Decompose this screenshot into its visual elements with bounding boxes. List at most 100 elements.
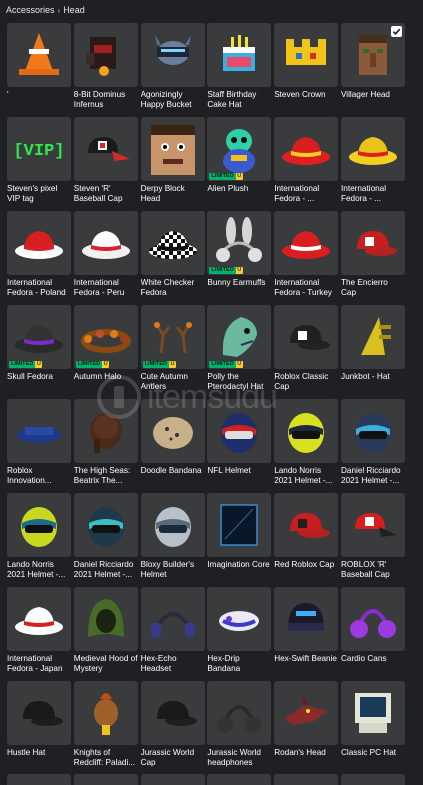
item-name[interactable]: Hex-Swift Beanie (274, 654, 338, 675)
item-thumbnail[interactable] (207, 493, 272, 557)
item-thumbnail[interactable] (274, 305, 339, 369)
item-name[interactable]: Medieval Hood of Mystery (74, 654, 138, 675)
item-name[interactable]: 8-Bit Dominus Infernus (74, 90, 138, 111)
catalog-item[interactable]: Jurassic World headphones (207, 681, 272, 775)
catalog-item[interactable]: LIMITED U Bunny Earmuffs (207, 211, 272, 305)
catalog-item[interactable]: International Fedora - Turkey (274, 211, 339, 305)
item-tile-peek[interactable] (73, 774, 138, 785)
item-thumbnail[interactable] (140, 211, 205, 275)
catalog-item[interactable]: Daniel Ricciardo 2021 Helmet -... (73, 493, 138, 587)
item-thumbnail[interactable] (140, 23, 205, 87)
catalog-item[interactable]: Rodan's Head (274, 681, 339, 775)
item-thumbnail[interactable] (274, 23, 339, 87)
catalog-item[interactable]: Villager Head (340, 23, 405, 117)
item-thumbnail[interactable] (274, 399, 339, 463)
item-thumbnail[interactable] (73, 399, 138, 463)
item-name[interactable]: Classic PC Hat (341, 748, 405, 769)
item-name[interactable]: Agonizingly Happy Bucket (141, 90, 205, 111)
item-name[interactable]: Red Roblox Cap (274, 560, 338, 581)
item-thumbnail[interactable] (340, 681, 405, 745)
item-thumbnail[interactable] (7, 399, 71, 463)
item-name[interactable]: Skull Fedora (7, 372, 71, 393)
item-name[interactable]: Hex-Echo Headset (141, 654, 205, 675)
item-tile-peek[interactable] (340, 774, 405, 785)
catalog-item[interactable]: Derpy Block Head (140, 117, 205, 211)
item-name[interactable]: The Encierro Cap (341, 278, 405, 299)
item-thumbnail[interactable] (140, 493, 205, 557)
catalog-item[interactable]: Daniel Ricciardo 2021 Helmet -... (340, 399, 405, 493)
item-thumbnail[interactable] (274, 587, 339, 651)
item-name[interactable]: Hustle Hat (7, 748, 71, 769)
item-name[interactable]: Autumn Halo (74, 372, 138, 393)
catalog-item[interactable]: LIMITED U Polly the Pterodactyl Hat (207, 305, 272, 399)
item-name[interactable]: Rodan's Head (274, 748, 338, 769)
item-thumbnail[interactable] (340, 587, 405, 651)
item-name[interactable]: Jurassic World Cap (141, 748, 205, 769)
selected-checkbox[interactable] (390, 26, 402, 37)
catalog-item[interactable]: Hustle Hat (7, 681, 71, 775)
item-name[interactable]: Staff Birthday Cake Hat (207, 90, 271, 111)
catalog-item[interactable]: LIMITED U Autumn Halo (73, 305, 138, 399)
catalog-item[interactable]: Cardio Cans (340, 587, 405, 681)
catalog-item[interactable]: LIMITED U Cute Autumn Antlers (140, 305, 205, 399)
item-thumbnail[interactable] (140, 117, 205, 181)
item-name[interactable]: Lando Norris 2021 Helmet -... (274, 466, 338, 487)
item-thumbnail[interactable] (207, 681, 272, 745)
catalog-item[interactable]: Staff Birthday Cake Hat (207, 23, 272, 117)
catalog-item[interactable]: [VIP] Steven's pixel VIP tag (7, 117, 71, 211)
item-thumbnail[interactable] (73, 493, 138, 557)
item-name[interactable]: International Fedora - Japan (7, 654, 71, 675)
item-thumbnail[interactable] (73, 587, 138, 651)
catalog-item[interactable]: International Fedora - ... (274, 117, 339, 211)
item-thumbnail[interactable] (7, 211, 71, 275)
catalog-item[interactable]: International Fedora - Japan (7, 587, 71, 681)
item-name[interactable]: White Checker Fedora (141, 278, 205, 299)
catalog-item[interactable]: Imagination Core (207, 493, 272, 587)
catalog-item[interactable]: Hex-Swift Beanie (274, 587, 339, 681)
item-thumbnail[interactable] (7, 681, 71, 745)
breadcrumb-accessories-link[interactable]: Accessories (6, 5, 55, 15)
catalog-item[interactable]: Medieval Hood of Mystery (73, 587, 138, 681)
catalog-item[interactable]: Steven Crown (274, 23, 339, 117)
catalog-item[interactable]: Lando Norris 2021 Helmet -... (7, 493, 71, 587)
item-name[interactable]: Alien Plush (207, 184, 271, 205)
item-thumbnail[interactable]: [VIP] (7, 117, 71, 181)
item-name[interactable]: Imagination Core (207, 560, 271, 581)
item-name[interactable]: Hex-Drip Bandana (207, 654, 271, 675)
item-name[interactable]: Bloxy Builder's Helmet (141, 560, 205, 581)
item-name[interactable]: Steven's pixel VIP tag (7, 184, 71, 205)
catalog-item[interactable]: Jurassic World Cap (140, 681, 205, 775)
catalog-item[interactable]: The High Seas: Beatrix The... (73, 399, 138, 493)
catalog-item[interactable]: International Fedora - Poland (7, 211, 71, 305)
catalog-item[interactable]: Bloxy Builder's Helmet (140, 493, 205, 587)
catalog-item[interactable]: Red Roblox Cap (274, 493, 339, 587)
item-name[interactable]: ' (7, 90, 71, 111)
catalog-item[interactable]: LIMITED U Alien Plush (207, 117, 272, 211)
item-thumbnail[interactable] (274, 493, 339, 557)
catalog-item[interactable]: NFL Helmet (207, 399, 272, 493)
item-name[interactable]: Roblox Classic Cap (274, 372, 338, 393)
item-name[interactable]: International Fedora - ... (341, 184, 405, 205)
catalog-item[interactable]: Hex-Drip Bandana (207, 587, 272, 681)
item-name[interactable]: Steven 'R' Baseball Cap (74, 184, 138, 205)
item-thumbnail[interactable] (73, 117, 138, 181)
item-tile-peek[interactable] (7, 774, 71, 785)
item-thumbnail[interactable]: LIMITED U (207, 305, 272, 369)
item-name[interactable]: ROBLOX 'R' Baseball Cap (341, 560, 405, 581)
item-thumbnail[interactable] (7, 23, 71, 87)
item-name[interactable]: Lando Norris 2021 Helmet -... (7, 560, 71, 581)
item-thumbnail[interactable] (207, 23, 272, 87)
catalog-item[interactable]: ROBLOX 'R' Baseball Cap (340, 493, 405, 587)
catalog-item[interactable]: White Checker Fedora (140, 211, 205, 305)
item-name[interactable]: Steven Crown (274, 90, 338, 111)
catalog-item[interactable]: Roblox Innovation... (7, 399, 71, 493)
item-thumbnail[interactable] (274, 211, 339, 275)
catalog-item[interactable]: International Fedora - ... (340, 117, 405, 211)
catalog-item[interactable]: Lando Norris 2021 Helmet -... (274, 399, 339, 493)
item-thumbnail[interactable] (140, 399, 205, 463)
item-thumbnail[interactable] (340, 305, 405, 369)
item-thumbnail[interactable]: LIMITED U (207, 211, 272, 275)
catalog-item[interactable]: ' (7, 23, 71, 117)
item-tile-peek[interactable] (274, 774, 339, 785)
item-thumbnail[interactable] (340, 493, 405, 557)
